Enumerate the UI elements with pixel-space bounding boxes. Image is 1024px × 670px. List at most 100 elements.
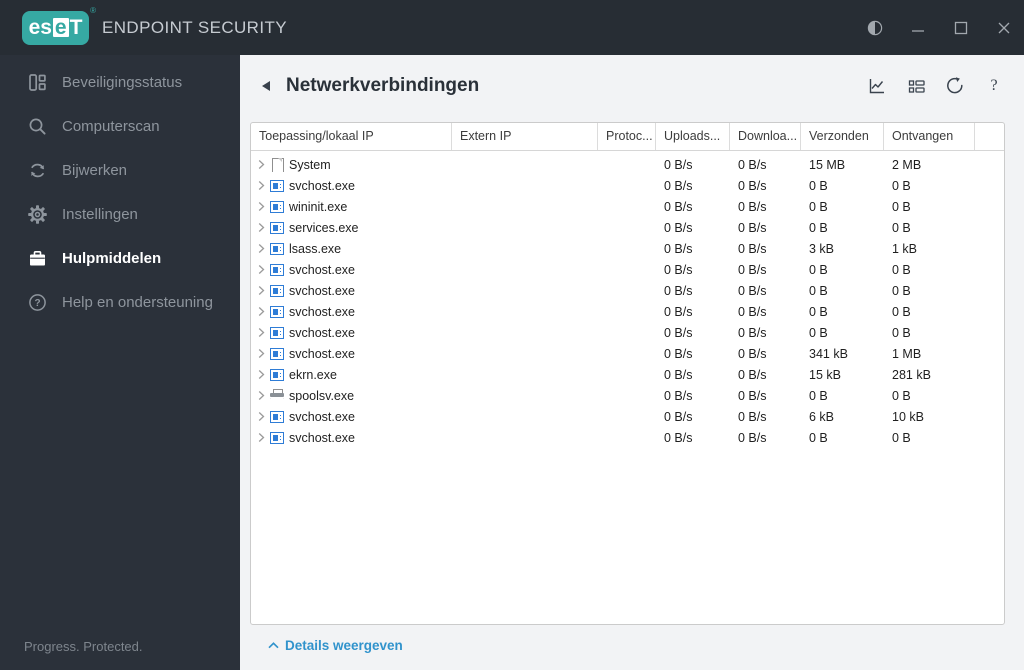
received-cell: 1 kB — [892, 241, 918, 256]
sidebar-item-bijwerken[interactable]: Bijwerken — [0, 148, 240, 192]
download-speed-cell: 0 B/s — [738, 157, 767, 172]
received-cell: 281 kB — [892, 367, 931, 382]
column-header-application[interactable]: Toepassing/lokaal IP — [251, 123, 452, 150]
sidebar-item-computerscan[interactable]: Computerscan — [0, 104, 240, 148]
column-header-received[interactable]: Ontvangen — [884, 123, 975, 150]
sidebar-item-label: Beveiligingsstatus — [62, 73, 183, 91]
sent-cell: 0 B — [809, 430, 828, 445]
sent-cell: 15 MB — [809, 157, 846, 172]
download-speed-cell: 0 B/s — [738, 199, 767, 214]
sidebar-item-label: Hulpmiddelen — [62, 249, 162, 267]
table-row[interactable]: svchost.exe 0 B/s 0 B/s 0 B 0 B — [251, 322, 1004, 343]
column-header-sent[interactable]: Verzonden — [801, 123, 884, 150]
minimize-button[interactable] — [909, 19, 926, 36]
search-icon — [28, 117, 47, 136]
expand-chevron-icon[interactable] — [258, 159, 265, 170]
sent-cell: 0 B — [809, 325, 828, 340]
expand-chevron-icon[interactable] — [258, 390, 265, 401]
contrast-toggle-button[interactable] — [866, 19, 883, 36]
expand-chevron-icon[interactable] — [258, 327, 265, 338]
expand-chevron-icon[interactable] — [258, 285, 265, 296]
table-row[interactable]: System 0 B/s 0 B/s 15 MB 2 MB — [251, 154, 1004, 175]
column-header-download-speed[interactable]: Downloa... — [730, 123, 801, 150]
app-window-icon — [270, 179, 284, 192]
table-row[interactable]: svchost.exe 0 B/s 0 B/s 0 B 0 B — [251, 301, 1004, 322]
gear-icon — [28, 204, 47, 224]
upload-speed-cell: 0 B/s — [664, 346, 693, 361]
table-row[interactable]: svchost.exe 0 B/s 0 B/s 0 B 0 B — [251, 427, 1004, 448]
upload-speed-cell: 0 B/s — [664, 157, 693, 172]
table-row[interactable]: svchost.exe 0 B/s 0 B/s 0 B 0 B — [251, 175, 1004, 196]
help-icon: ? — [990, 77, 998, 94]
column-header-upload-speed[interactable]: Uploads... — [656, 123, 730, 150]
table-row[interactable]: svchost.exe 0 B/s 0 B/s 341 kB 1 MB — [251, 343, 1004, 364]
sidebar-item-instellingen[interactable]: Instellingen — [0, 192, 240, 236]
upload-speed-cell: 0 B/s — [664, 241, 693, 256]
process-name: System — [289, 157, 331, 172]
download-speed-cell: 0 B/s — [738, 220, 767, 235]
sidebar-item-help-en-ondersteuning[interactable]: ? Help en ondersteuning — [0, 280, 240, 324]
eset-logo: es e T ® — [22, 6, 96, 45]
maximize-button[interactable] — [952, 19, 969, 36]
sent-cell: 3 kB — [809, 241, 835, 256]
expand-chevron-icon[interactable] — [258, 264, 265, 275]
upload-speed-cell: 0 B/s — [664, 325, 693, 340]
expand-chevron-icon[interactable] — [258, 306, 265, 317]
sidebar-item-beveiligingsstatus[interactable]: Beveiligingsstatus — [0, 60, 240, 104]
table-row[interactable]: services.exe 0 B/s 0 B/s 0 B 0 B — [251, 217, 1004, 238]
process-name: svchost.exe — [289, 430, 356, 445]
process-name: svchost.exe — [289, 304, 356, 319]
details-toggle[interactable]: Details weergeven — [268, 638, 403, 653]
help-button[interactable]: ? — [984, 76, 1004, 96]
expand-chevron-icon[interactable] — [258, 369, 265, 380]
upload-speed-cell: 0 B/s — [664, 367, 693, 382]
received-cell: 0 B — [892, 388, 911, 403]
registered-mark: ® — [90, 5, 96, 15]
expand-chevron-icon[interactable] — [258, 411, 265, 422]
line-chart-button[interactable] — [867, 76, 887, 96]
expand-chevron-icon[interactable] — [258, 201, 265, 212]
column-header-protocol[interactable]: Protoc... — [598, 123, 656, 150]
logo-boxed-letter: e — [52, 15, 69, 39]
upload-speed-cell: 0 B/s — [664, 388, 693, 403]
app-window-icon — [270, 368, 284, 381]
expand-chevron-icon[interactable] — [258, 180, 265, 191]
process-cell: wininit.exe — [251, 200, 452, 214]
back-button[interactable] — [262, 79, 274, 93]
table-row[interactable]: ekrn.exe 0 B/s 0 B/s 15 kB 281 kB — [251, 364, 1004, 385]
expand-chevron-icon[interactable] — [258, 432, 265, 443]
refresh-icon — [947, 77, 963, 94]
received-cell: 0 B — [892, 430, 911, 445]
process-name: svchost.exe — [289, 325, 356, 340]
process-cell: svchost.exe — [251, 179, 452, 193]
received-cell: 0 B — [892, 325, 911, 340]
expand-chevron-icon[interactable] — [258, 222, 265, 233]
app-title: ENDPOINT SECURITY — [102, 17, 288, 37]
table-row[interactable]: spoolsv.exe 0 B/s 0 B/s 0 B 0 B — [251, 385, 1004, 406]
sent-cell: 6 kB — [809, 409, 835, 424]
download-speed-cell: 0 B/s — [738, 388, 767, 403]
table-row[interactable]: lsass.exe 0 B/s 0 B/s 3 kB 1 kB — [251, 238, 1004, 259]
details-toggle-label: Details weergeven — [285, 638, 403, 653]
table-row[interactable]: wininit.exe 0 B/s 0 B/s 0 B 0 B — [251, 196, 1004, 217]
sidebar: Beveiligingsstatus Computerscan Bijwerke… — [0, 55, 240, 670]
svg-text:?: ? — [34, 298, 40, 309]
close-button[interactable] — [995, 19, 1012, 36]
sidebar-item-label: Help en ondersteuning — [62, 293, 213, 311]
expand-chevron-icon[interactable] — [258, 348, 265, 359]
expand-chevron-icon[interactable] — [258, 243, 265, 254]
table-row[interactable]: svchost.exe 0 B/s 0 B/s 6 kB 10 kB — [251, 406, 1004, 427]
eset-window: es e T ® ENDPOINT SECURITY Beveiligingss… — [0, 0, 1024, 670]
table-row[interactable]: svchost.exe 0 B/s 0 B/s 0 B 0 B — [251, 280, 1004, 301]
half-circle-icon — [867, 20, 882, 35]
details-view-button[interactable] — [906, 76, 926, 96]
table-row[interactable]: svchost.exe 0 B/s 0 B/s 0 B 0 B — [251, 259, 1004, 280]
received-cell: 0 B — [892, 220, 911, 235]
page-title: Netwerkverbindingen — [286, 75, 480, 96]
sidebar-item-hulpmiddelen[interactable]: Hulpmiddelen — [0, 236, 240, 280]
received-cell: 0 B — [892, 178, 911, 193]
column-header-extern-ip[interactable]: Extern IP — [452, 123, 598, 150]
refresh-button[interactable] — [945, 76, 965, 96]
sent-cell: 0 B — [809, 388, 828, 403]
received-cell: 1 MB — [892, 346, 922, 361]
